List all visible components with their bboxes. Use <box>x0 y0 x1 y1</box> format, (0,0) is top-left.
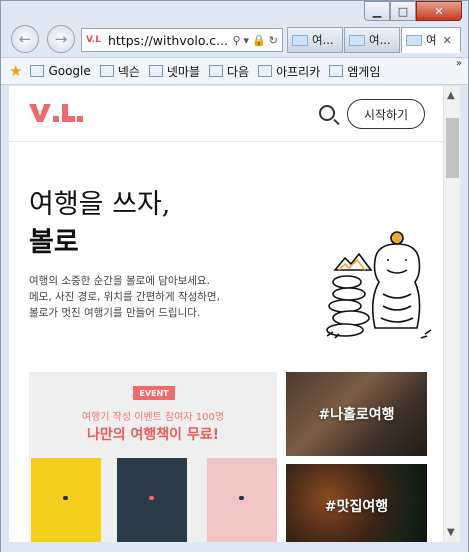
favorite-label: Google <box>48 64 91 78</box>
browser-tab-active[interactable]: 여 ✕ <box>401 27 461 53</box>
hero-headline: 여행을 쓰자, <box>29 189 171 220</box>
event-title: 나만의 여행책이 무료! <box>86 427 220 443</box>
favorite-google[interactable]: Google <box>30 64 91 78</box>
book-cover-pink <box>207 458 277 542</box>
page-icon <box>258 65 273 77</box>
title-bar-controls: ▁ □ ✕ <box>364 1 462 23</box>
hero-brand: 볼로 <box>29 227 79 258</box>
scrollbar-thumb[interactable] <box>446 118 459 178</box>
forward-button[interactable]: → <box>47 25 75 53</box>
book-logo <box>149 496 154 500</box>
tab-label: 여 <box>426 33 437 47</box>
close-tab-icon[interactable]: ✕ <box>443 34 452 47</box>
food-travel-card[interactable]: #맛집여행 <box>286 464 427 542</box>
scroll-up-icon[interactable]: ▲ <box>447 90 455 101</box>
hero-description: 여행의 소중한 순간을 볼로에 담아보세요. 메모, 사진 경로, 위치를 간편… <box>29 273 289 321</box>
favorite-label: 넷마블 <box>166 64 200 79</box>
favorite-afreeca[interactable]: 아프리카 <box>258 63 320 80</box>
minimize-button[interactable]: ▁ <box>364 1 390 21</box>
web-page: 시작하기 여행을 쓰자, 볼로 여행의 소중한 순간을 볼로에 담아보세요. 메… <box>9 86 445 542</box>
refresh-icon[interactable]: ↻ <box>269 34 278 47</box>
arrow-right-icon: → <box>54 30 68 48</box>
chevron-more-icon[interactable]: » <box>456 58 462 69</box>
event-subtitle: 여행기 작성 이벤트 참여자 100명 <box>81 412 225 423</box>
volo-logo-mark <box>29 104 83 122</box>
page-icon <box>148 65 163 77</box>
browser-tab-2[interactable]: 여... <box>344 27 400 53</box>
tab-favicon-icon <box>292 34 308 46</box>
page-icon <box>329 65 344 77</box>
page-icon <box>99 65 114 77</box>
maximize-button[interactable]: □ <box>390 1 416 21</box>
solo-travel-tag: #나홀로여행 <box>318 407 395 423</box>
tab-favicon-icon <box>349 34 365 46</box>
tab-label: 여... <box>312 33 334 47</box>
arrow-left-icon: ← <box>18 30 32 48</box>
solo-travel-card[interactable]: #나홀로여행 <box>286 372 427 456</box>
favorite-label: 넥슨 <box>117 64 140 79</box>
stone-statue-illustration <box>326 231 432 339</box>
volo-logo[interactable] <box>29 102 83 124</box>
address-bar[interactable]: V.L https://withvolo.c... ⚲ ▾ 🔒 ↻ <box>81 28 283 52</box>
book-cover-yellow <box>31 458 101 542</box>
favorite-mgame[interactable]: 엠게임 <box>329 63 380 80</box>
event-card[interactable]: EVENT 여행기 작성 이벤트 참여자 100명 나만의 여행책이 무료! <box>29 372 277 542</box>
search-icon[interactable] <box>319 105 335 121</box>
favorites-star-icon[interactable]: ★ <box>9 62 22 80</box>
favorite-label: 다음 <box>227 64 250 79</box>
site-header: 시작하기 <box>9 86 445 142</box>
hero-description-line: 여행의 소중한 순간을 볼로에 담아보세요. <box>29 275 210 287</box>
lock-icon[interactable]: 🔒 <box>252 34 266 47</box>
address-url[interactable]: https://withvolo.c... <box>108 33 229 48</box>
browser-tab-1[interactable]: 여... <box>287 27 343 53</box>
tab-favicon-icon <box>406 34 422 46</box>
browser-window: ▁ □ ✕ ← → V.L https://withvolo.c... ⚲ ▾ … <box>0 0 469 552</box>
navigation-bar: ← → V.L https://withvolo.c... ⚲ ▾ 🔒 ↻ 여.… <box>1 23 468 57</box>
site-favicon-icon: V.L <box>86 35 101 45</box>
favorite-daum[interactable]: 다음 <box>209 63 249 80</box>
window-bottom-edge <box>1 542 468 552</box>
vertical-scrollbar[interactable]: ▲ ▼ <box>443 86 460 542</box>
hero-description-line: 볼로가 멋진 여행기를 만들어 드립니다. <box>29 307 201 319</box>
book-logo <box>63 496 68 500</box>
favorite-nexon[interactable]: 넥슨 <box>99 63 140 80</box>
dropdown-arrow-icon[interactable]: ▾ <box>244 34 250 47</box>
start-button[interactable]: 시작하기 <box>347 99 425 129</box>
favorite-label: 아프리카 <box>276 64 321 79</box>
page-icon <box>209 65 223 77</box>
food-travel-tag: #맛집여행 <box>324 499 389 515</box>
search-icon[interactable]: ⚲ <box>232 34 240 47</box>
content-cards: EVENT 여행기 작성 이벤트 참여자 100명 나만의 여행책이 무료! #… <box>29 372 427 542</box>
back-button[interactable]: ← <box>11 25 39 53</box>
event-badge: EVENT <box>133 386 175 400</box>
favorite-netmarble[interactable]: 넷마블 <box>148 63 200 80</box>
book-cover-navy <box>117 458 187 542</box>
hero-section: 여행을 쓰자, 볼로 여행의 소중한 순간을 볼로에 담아보세요. 메모, 사진… <box>9 142 445 372</box>
book-logo <box>239 496 244 500</box>
scroll-down-icon[interactable]: ▼ <box>447 527 455 538</box>
favorites-bar: ★ Google 넥슨 넷마블 다음 아프리카 엠게임 » <box>1 57 468 85</box>
close-window-button[interactable]: ✕ <box>416 1 462 21</box>
tab-label: 여... <box>369 33 391 47</box>
page-icon <box>30 65 45 77</box>
favorite-label: 엠게임 <box>347 64 381 79</box>
hero-description-line: 메모, 사진 경로, 위치를 간편하게 작성하면, <box>29 291 220 303</box>
